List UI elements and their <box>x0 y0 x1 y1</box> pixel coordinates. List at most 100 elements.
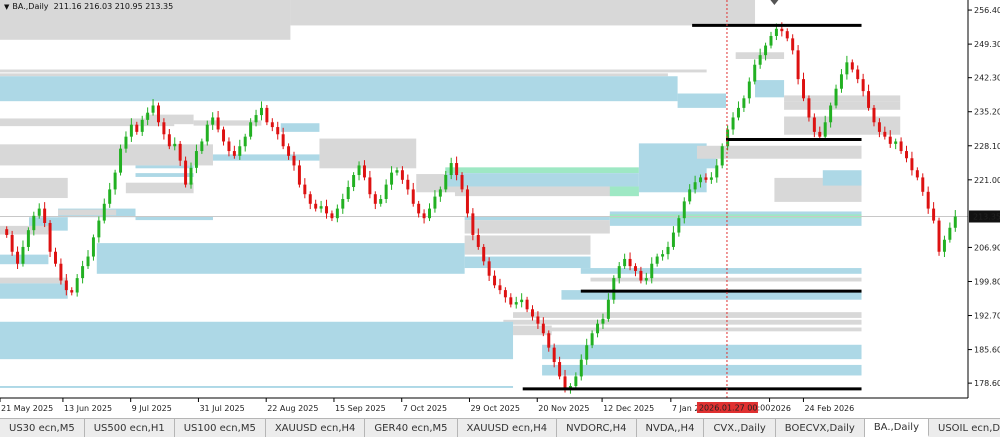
candle-body <box>590 333 594 346</box>
candle-body <box>32 215 36 231</box>
candle-body <box>753 64 757 82</box>
candle-body <box>243 136 247 147</box>
candle-body <box>151 105 155 113</box>
zone-rect <box>513 327 862 332</box>
zone-rect <box>145 114 194 125</box>
candle-body <box>693 182 697 190</box>
candle-body <box>162 122 166 135</box>
x-tick-label: 12 Dec 2025 <box>603 404 654 413</box>
candle-body <box>37 208 41 216</box>
candle-body <box>829 105 833 123</box>
candle-body <box>525 299 529 310</box>
price-chart[interactable]: 256.40 249.30 242.30 235.20 228.10 221.00 213.… <box>0 0 1000 418</box>
zone-rect <box>0 386 514 388</box>
candle-body <box>666 246 670 255</box>
candle-body <box>379 199 383 204</box>
candle-body <box>189 167 193 185</box>
candle-body <box>894 141 898 144</box>
candle-body <box>449 163 453 176</box>
candle-body <box>43 208 47 223</box>
candle-body <box>97 220 101 238</box>
candle-body <box>249 122 253 137</box>
candle-body <box>747 81 751 99</box>
chart-tab[interactable]: XAUUSD ecn,H4 <box>266 419 366 437</box>
shift-marker-icon <box>770 0 779 5</box>
candle-body <box>108 189 112 204</box>
chart-tab[interactable]: NVDA,,H4 <box>637 419 705 437</box>
candle-body <box>205 124 209 142</box>
candle-body <box>915 170 919 178</box>
candle-body <box>514 302 518 305</box>
chart-tab[interactable]: USOIL ecn,Daily <box>929 419 1000 437</box>
chart-tab[interactable]: CVX.,Daily <box>704 419 776 437</box>
chart-tab[interactable]: US500 ecn,H1 <box>85 419 175 437</box>
chart-tab[interactable]: BOECVX,Daily <box>776 419 865 437</box>
candle-body <box>428 208 431 219</box>
x-tick-label: 9 Jul 2025 <box>132 404 172 413</box>
candle-body <box>184 160 188 185</box>
zone-rect <box>590 277 862 282</box>
candle-body <box>135 124 139 132</box>
candle-body <box>769 35 773 46</box>
zone-rect <box>822 170 862 186</box>
candle-body <box>238 146 242 156</box>
chart-tab-bar: US30 ecn,M5 US500 ecn,H1 US100 ecn,M5 XAUUS… <box>0 418 1000 437</box>
candle-body <box>156 105 160 123</box>
candle-body <box>650 263 654 279</box>
candle-body <box>384 184 388 199</box>
candle-body <box>438 189 442 197</box>
candle-body <box>276 127 280 135</box>
candle-body <box>54 251 57 264</box>
candle-body <box>921 177 925 192</box>
chart-tab[interactable]: XAUUSD ecn,H4 <box>458 419 558 437</box>
candle-body <box>411 189 415 204</box>
chart-tab[interactable]: NVDORC,H4 <box>557 419 637 437</box>
chart-tab[interactable]: US100 ecn,M5 <box>175 419 266 437</box>
candle-body <box>308 194 312 204</box>
zone-rect <box>445 167 639 174</box>
chart-tab[interactable]: GER40 ecn,M5 <box>365 419 458 437</box>
candle-body <box>493 275 497 286</box>
candle-body <box>417 203 421 214</box>
candle-body <box>942 239 946 252</box>
zone-rect <box>125 146 194 159</box>
candle-body <box>861 79 865 92</box>
chart-tab[interactable]: BA.,Daily <box>864 419 929 437</box>
candle-body <box>883 131 887 137</box>
candle-body <box>671 232 675 247</box>
caret-down-icon[interactable]: ▼ <box>4 3 9 11</box>
candle-body <box>216 117 220 130</box>
candle-body <box>433 196 437 209</box>
zone-rect <box>784 116 901 135</box>
candle-body <box>888 136 892 144</box>
candle-body <box>839 74 843 89</box>
candle-body <box>330 213 334 219</box>
zone-rect <box>0 283 68 299</box>
x-tick-label: 29 Oct 2025 <box>470 404 519 413</box>
current-price-label: 213.35 <box>973 213 1000 222</box>
candle-body <box>319 206 323 209</box>
zone-rect <box>503 319 862 325</box>
candle-body <box>617 266 621 279</box>
zone-rect <box>0 321 514 360</box>
zone-rect <box>0 177 68 199</box>
candle-body <box>21 246 25 264</box>
chart-tab[interactable]: US30 ecn,M5 <box>0 419 85 437</box>
candle-body <box>395 170 399 173</box>
candle-body <box>948 227 952 240</box>
candle-body <box>173 143 177 147</box>
candle-body <box>877 122 881 132</box>
candle-body <box>655 256 659 264</box>
zone-rect <box>280 123 320 132</box>
candle-body <box>899 141 903 152</box>
x-tick-label: 31 Jul 2025 <box>199 404 244 413</box>
candle-body <box>541 323 545 334</box>
zone-rect <box>755 80 785 98</box>
zone-rect <box>0 277 68 284</box>
candle-body <box>5 229 9 235</box>
candle-body <box>926 191 930 209</box>
candle-body <box>357 165 361 176</box>
candle-body <box>644 278 648 281</box>
candle-body <box>48 222 52 252</box>
candle-body <box>802 79 806 99</box>
